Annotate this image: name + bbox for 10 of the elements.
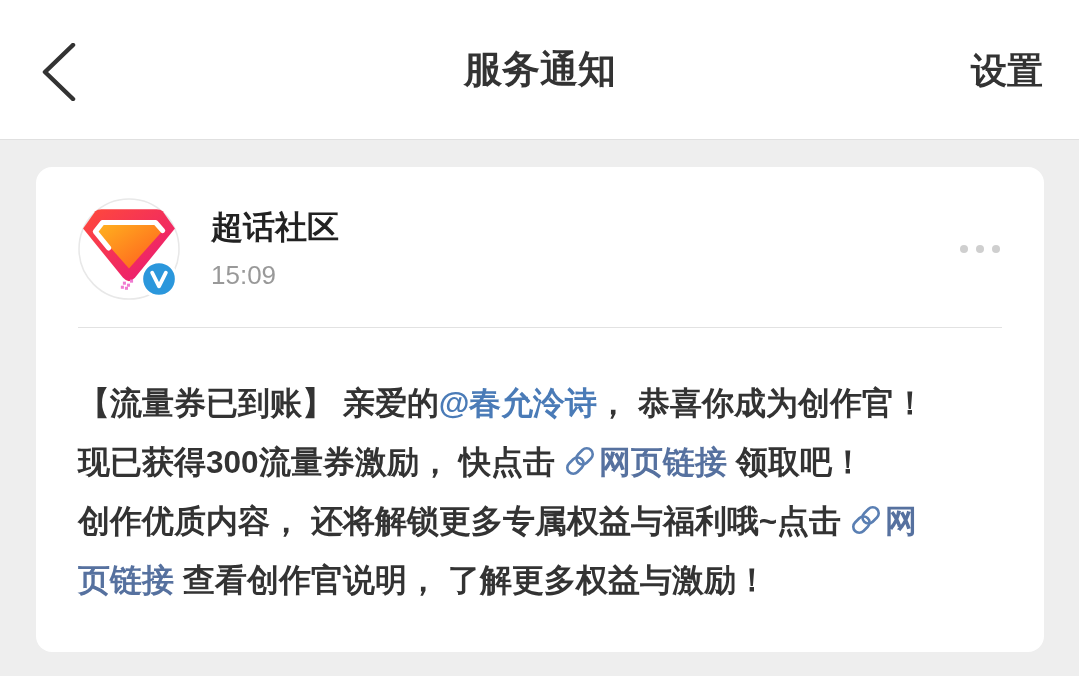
message-text: 【流量券已到账】 亲爱的@春允泠诗， 恭喜你成为创作官！ 现已获得300流量券激励， 快点击 网页链接 领取吧！ 创作优质内容， 还将解锁更多专属权益与福利哦~点击 网 页链接 查看创作官说明， 了解更多权益与激励！ [78, 384, 928, 600]
timestamp: 15:09 [211, 259, 277, 291]
web-link[interactable]: 网页链接 [555, 444, 728, 480]
sender-name: 超话社区 [211, 208, 339, 246]
back-icon[interactable] [42, 42, 76, 101]
mention-link[interactable]: @春允泠诗 [438, 385, 598, 421]
settings-button[interactable]: 设置 [971, 48, 1043, 93]
web-link[interactable]: 网 [841, 503, 918, 539]
page-title: 服务通知 [463, 46, 616, 92]
web-link[interactable]: 页链接 [78, 562, 174, 598]
